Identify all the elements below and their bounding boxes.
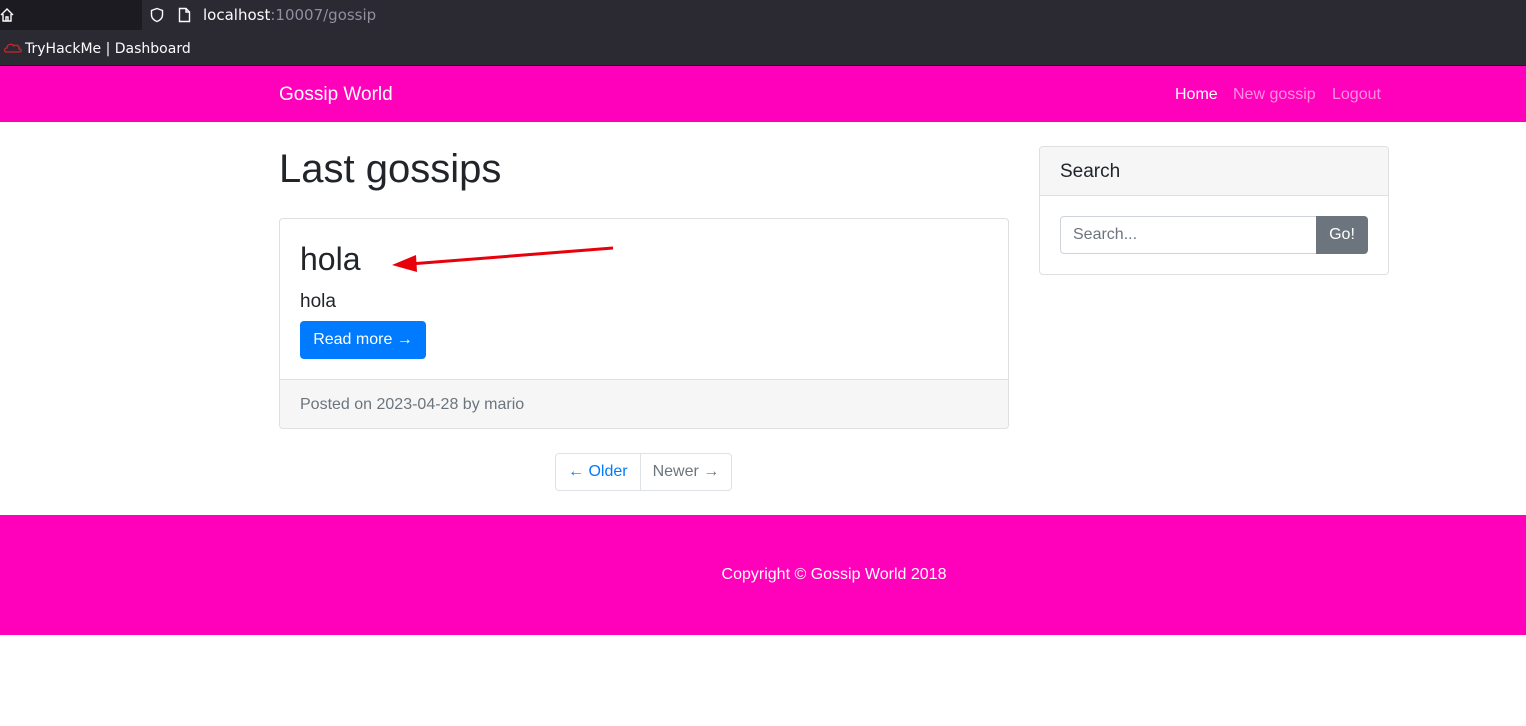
- home-icon[interactable]: [0, 7, 14, 23]
- bookmark-tryhackme[interactable]: TryHackMe | Dashboard: [25, 41, 191, 57]
- tryhackme-icon: [4, 43, 22, 53]
- search-title: Search: [1060, 161, 1121, 182]
- url-host: localhost: [203, 6, 271, 24]
- post-body: hola: [300, 291, 336, 312]
- shield-icon[interactable]: [150, 7, 164, 23]
- pagination: ← Older Newer →: [555, 453, 733, 491]
- page-icon: [178, 7, 191, 23]
- brand-link[interactable]: Gossip World: [279, 84, 393, 106]
- search-widget: Search Go!: [1039, 146, 1389, 275]
- nav-home-link[interactable]: Home: [1175, 86, 1218, 104]
- copyright-text: Copyright © Gossip World 2018: [721, 566, 947, 583]
- nav-new-gossip-link[interactable]: New gossip: [1233, 86, 1316, 104]
- url-path: :10007/gossip: [270, 6, 377, 24]
- post-title: hola: [300, 241, 361, 277]
- newer-link[interactable]: Newer →: [641, 454, 732, 490]
- older-link[interactable]: ← Older: [556, 454, 641, 490]
- page-title: Last gossips: [279, 147, 502, 191]
- post-footer: Posted on 2023-04-28 by mario: [280, 379, 1008, 428]
- url-text[interactable]: localhost:10007/gossip: [203, 6, 376, 24]
- go-button[interactable]: Go!: [1316, 216, 1368, 254]
- search-header: Search: [1040, 147, 1388, 196]
- bookmarks-toolbar: [0, 30, 1526, 66]
- nav-logout-link[interactable]: Logout: [1332, 86, 1381, 104]
- post-meta: Posted on 2023-04-28 by mario: [300, 396, 525, 413]
- search-input[interactable]: [1060, 216, 1317, 254]
- annotation-arrow: [392, 246, 614, 272]
- read-more-button[interactable]: Read more →: [300, 321, 426, 359]
